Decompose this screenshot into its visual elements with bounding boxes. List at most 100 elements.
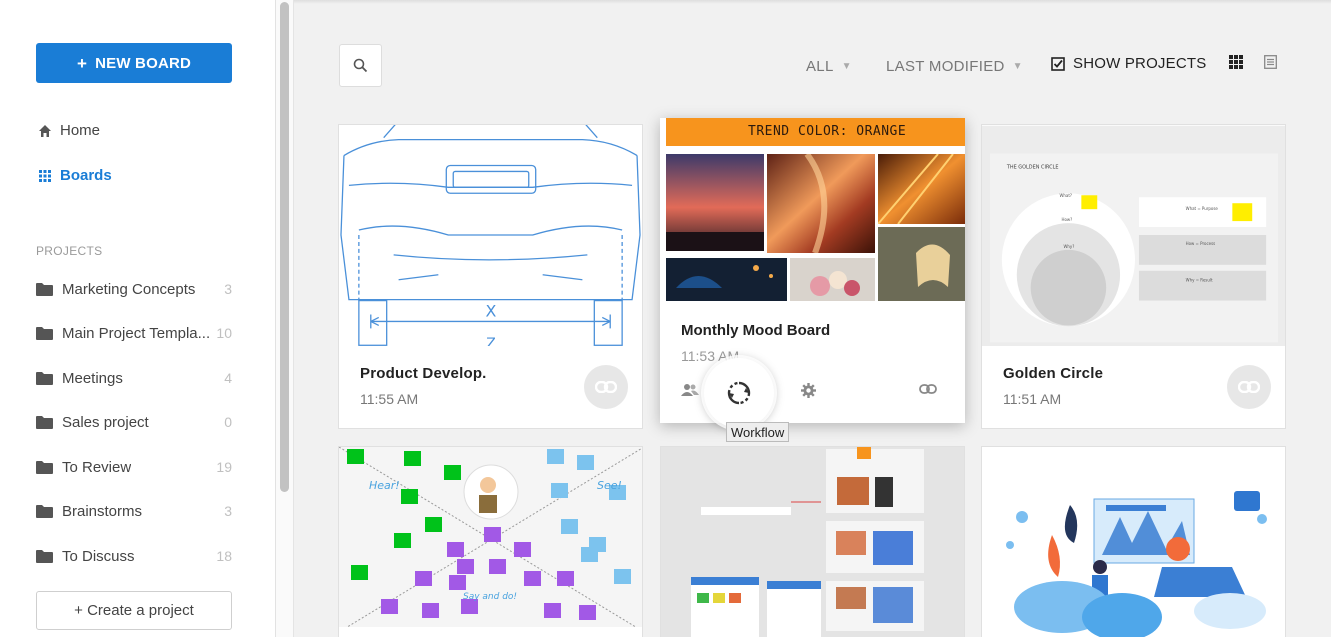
project-item[interactable]: Main Project Templa... 10 — [36, 321, 232, 345]
nav-boards-label: Boards — [60, 167, 112, 184]
members-icon[interactable] — [681, 383, 699, 397]
board-info: Golden Circle 11:51 AM — [982, 346, 1285, 428]
project-count: 0 — [224, 414, 232, 430]
board-thumbnail — [982, 447, 1285, 637]
folder-icon — [36, 550, 53, 563]
svg-text:X: X — [486, 301, 497, 320]
board-card[interactable]: X Z Product Develop. 11:55 AM — [338, 124, 643, 429]
mood-header-text: TREND COLOR: ORANGE — [748, 124, 907, 139]
project-count: 3 — [224, 281, 232, 297]
scrollbar-thumb[interactable] — [280, 2, 289, 492]
board-title: Golden Circle — [1003, 365, 1104, 382]
svg-text:Say and do!: Say and do! — [463, 592, 517, 602]
mood-header-banner: TREND COLOR: ORANGE — [666, 118, 965, 150]
sidebar: + NEW BOARD Home Boards PROJECTS Marketi… — [0, 0, 276, 637]
board-time: 11:55 AM — [360, 391, 419, 407]
mood-photo-flowers — [790, 258, 875, 301]
show-projects-toggle[interactable]: SHOW PROJECTS — [1051, 55, 1206, 72]
workflow-icon — [727, 381, 751, 405]
link-icon — [595, 381, 617, 393]
project-count: 3 — [224, 503, 232, 519]
board-card[interactable] — [981, 446, 1286, 637]
share-link-button[interactable] — [584, 365, 628, 409]
new-board-label: NEW BOARD — [95, 54, 192, 72]
board-card[interactable]: Hear! See! Say and do! — [338, 446, 643, 637]
board-card[interactable]: THE GOLDEN CIRCLE What? How? Why? What =… — [981, 124, 1286, 429]
project-count: 19 — [216, 459, 232, 475]
projects-heading: PROJECTS — [36, 244, 103, 258]
workflow-tooltip: Workflow — [726, 422, 790, 442]
project-count: 4 — [224, 370, 232, 386]
mood-photo-road — [878, 154, 965, 224]
list-view-icon[interactable] — [1264, 55, 1277, 69]
settings-gear-icon[interactable] — [801, 383, 816, 398]
nav-home-label: Home — [60, 122, 101, 139]
project-count: 10 — [216, 325, 232, 341]
svg-text:See!: See! — [597, 479, 622, 492]
board-thumbnail: Hear! See! Say and do! — [339, 447, 642, 637]
project-item[interactable]: Brainstorms 3 — [36, 499, 232, 523]
create-project-button[interactable]: + Create a project — [36, 591, 232, 630]
folder-icon — [36, 505, 53, 518]
link-icon — [1238, 381, 1260, 393]
project-item[interactable]: Sales project 0 — [36, 410, 232, 434]
grid-icon — [39, 169, 51, 182]
project-name: Meetings — [62, 369, 123, 387]
project-name: To Discuss — [62, 547, 135, 565]
mood-photo-canyon — [767, 154, 875, 253]
filter-dropdown[interactable]: ALL ▼ — [806, 58, 852, 75]
mood-photo-sunset — [666, 154, 764, 251]
show-projects-label: SHOW PROJECTS — [1073, 55, 1207, 72]
checkbox-checked-icon — [1051, 56, 1065, 71]
svg-text:What = Purpose: What = Purpose — [1186, 206, 1219, 211]
board-card-hovered[interactable]: TREND COLOR: ORANGE Monthly Mood Board 1… — [660, 118, 965, 423]
project-name: Brainstorms — [62, 502, 143, 520]
top-edge — [294, 0, 1331, 4]
grid-view-icon[interactable] — [1229, 55, 1243, 69]
board-thumbnail — [661, 447, 964, 637]
nav-boards[interactable]: Boards — [38, 167, 112, 184]
mood-photo-umbrella — [666, 258, 787, 301]
sort-dropdown[interactable]: LAST MODIFIED ▼ — [886, 58, 1023, 75]
sidebar-scrollbar[interactable] — [276, 0, 294, 637]
svg-text:What?: What? — [1059, 193, 1072, 198]
project-item[interactable]: Marketing Concepts 3 — [36, 277, 232, 301]
project-item[interactable]: Meetings 4 — [36, 366, 232, 390]
board-card[interactable] — [660, 446, 965, 637]
mood-photo-portrait — [878, 227, 965, 301]
folder-icon — [36, 416, 53, 429]
board-title: Product Develop. — [360, 365, 487, 382]
caret-down-icon: ▼ — [1012, 61, 1023, 72]
search-button[interactable] — [339, 44, 382, 87]
nav-home[interactable]: Home — [38, 122, 100, 139]
caret-down-icon: ▼ — [841, 61, 852, 72]
plus-icon: + — [76, 53, 88, 73]
board-info: Product Develop. 11:55 AM — [339, 346, 642, 428]
svg-text:Why?: Why? — [1063, 244, 1074, 249]
project-name: Sales project — [62, 413, 149, 431]
board-title: Monthly Mood Board — [681, 322, 831, 339]
sort-label: LAST MODIFIED — [886, 58, 1005, 75]
folder-icon — [36, 372, 53, 385]
home-icon — [39, 124, 51, 137]
board-thumbnail: THE GOLDEN CIRCLE What? How? Why? What =… — [982, 125, 1285, 348]
workflow-button[interactable] — [704, 358, 774, 428]
folder-icon — [36, 461, 53, 474]
folder-icon — [36, 327, 53, 340]
filter-label: ALL — [806, 58, 834, 75]
project-count: 18 — [216, 548, 232, 564]
project-name: Main Project Templa... — [62, 324, 211, 342]
project-name: To Review — [62, 458, 132, 476]
search-icon — [353, 58, 368, 73]
link-icon[interactable] — [919, 384, 937, 394]
board-time: 11:51 AM — [1003, 391, 1062, 407]
share-link-button[interactable] — [1227, 365, 1271, 409]
project-item[interactable]: To Discuss 18 — [36, 544, 232, 568]
svg-text:Hear!: Hear! — [369, 479, 400, 492]
folder-icon — [36, 283, 53, 296]
new-board-button[interactable]: + NEW BOARD — [36, 43, 232, 83]
project-item[interactable]: To Review 19 — [36, 455, 232, 479]
svg-text:How?: How? — [1061, 217, 1072, 222]
project-name: Marketing Concepts — [62, 280, 196, 298]
svg-text:THE GOLDEN CIRCLE: THE GOLDEN CIRCLE — [1006, 164, 1059, 170]
